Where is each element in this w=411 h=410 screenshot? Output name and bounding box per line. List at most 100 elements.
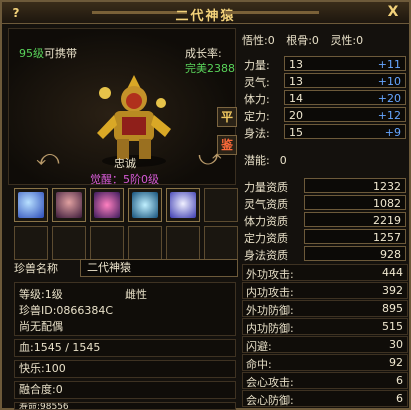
pet-info-window: ? 二代神猿 X 95级可携带 成长率: 完美2388 平 鉴 ⤺ ⤻ 忠诚 觉… — [0, 0, 411, 410]
aptitude-row: 身法资质 928 — [244, 246, 406, 262]
aptitude-name: 灵气资质 — [244, 198, 288, 211]
latent-points: 潜能: 0 — [244, 152, 287, 168]
skill-blue-burst-icon — [18, 192, 44, 218]
attr-box: 14 +20 — [284, 90, 406, 105]
combat-stat-row: 内功攻击: 392 — [242, 282, 408, 299]
skill-slot-empty[interactable] — [128, 226, 162, 260]
growth-rate-value: 完美2388 — [185, 62, 235, 75]
aptitude-box: 928 — [304, 246, 406, 261]
pet-name-row: 珍兽名称 二代神猿 — [14, 259, 238, 278]
combat-stat-row: 外功攻击: 444 — [242, 264, 408, 281]
window-title: 二代神猿 — [175, 9, 236, 24]
attr-value: 20 — [289, 109, 303, 122]
skill-slot-empty[interactable] — [204, 226, 238, 260]
skill-dark-mage-icon — [56, 192, 82, 218]
pet-basic-info: 等级:1级 雌性 珍兽ID:0866384C 尚无配偶 — [14, 282, 236, 336]
pet-lifespan: 寿命:98556 — [14, 402, 236, 410]
attr-spirit: 灵气: 13 +10 — [244, 73, 406, 89]
attr-bonus: +10 — [377, 75, 401, 88]
wuxing-stat: 悟性:0 — [242, 34, 275, 47]
gengu-stat: 根骨:0 — [286, 34, 319, 47]
attr-box: 13 +11 — [284, 56, 406, 71]
attr-name: 灵气: — [244, 76, 270, 89]
pet-hp: 血:1545 / 1545 — [14, 339, 236, 357]
combat-stat-row: 命中: 92 — [242, 354, 408, 371]
attr-bonus: +12 — [377, 109, 401, 122]
attr-value: 13 — [289, 75, 303, 88]
pet-happiness: 快乐:100 — [14, 360, 236, 378]
latent-label: 潜能: — [244, 154, 270, 167]
carry-level: 95级可携带 — [19, 45, 77, 61]
combat-stat-value: 92 — [389, 356, 403, 369]
skill-beast-claw-icon — [94, 192, 120, 218]
aptitude-value: 928 — [380, 248, 401, 261]
combat-stat-row: 内功防御: 515 — [242, 318, 408, 335]
skill-slot-empty[interactable] — [14, 226, 48, 260]
growth-rate-label: 成长率: — [185, 47, 222, 60]
combat-stat-name: 命中: — [246, 358, 272, 371]
attr-stamina: 体力: 14 +20 — [244, 90, 406, 106]
skill-slot[interactable] — [166, 188, 200, 222]
pet-id: 珍兽ID:0866384C — [19, 304, 114, 317]
attr-value: 14 — [289, 92, 303, 105]
combat-stat-value: 444 — [382, 266, 403, 279]
attr-value: 15 — [289, 126, 303, 139]
skill-slot[interactable] — [90, 188, 124, 222]
skill-slot[interactable] — [52, 188, 86, 222]
pet-level: 等级:1级 — [19, 288, 63, 301]
combat-stat-value: 515 — [382, 320, 403, 333]
aptitude-value: 2219 — [373, 214, 401, 227]
combat-stat-value: 6 — [396, 374, 403, 387]
skill-slot-empty[interactable] — [166, 226, 200, 260]
attr-name: 定力: — [244, 110, 270, 123]
combat-stat-value: 30 — [389, 338, 403, 351]
attr-bonus: +11 — [377, 58, 401, 71]
attr-strength: 力量: 13 +11 — [244, 56, 406, 72]
combat-stat-name: 会心攻击: — [246, 376, 294, 389]
attr-focus: 定力: 20 +12 — [244, 107, 406, 123]
combat-stat-name: 内功防御: — [246, 322, 294, 335]
carry-level-label: 可携带 — [44, 47, 77, 60]
close-button[interactable]: X — [385, 4, 401, 20]
combat-stat-row: 闪避: 30 — [242, 336, 408, 353]
combat-stat-value: 6 — [396, 392, 403, 405]
attr-agility: 身法: 15 +9 — [244, 124, 406, 140]
skill-slot[interactable] — [14, 188, 48, 222]
aptitude-name: 身法资质 — [244, 249, 288, 262]
aptitude-box: 1082 — [304, 195, 406, 210]
aptitude-row: 定力资质 1257 — [244, 229, 406, 245]
attr-bonus: +9 — [384, 126, 401, 139]
pet-model-image[interactable] — [89, 69, 179, 169]
aptitude-row: 力量资质 1232 — [244, 178, 406, 194]
skill-cyclone-icon — [132, 192, 158, 218]
title-bar[interactable]: ? 二代神猿 X — [2, 2, 409, 24]
combat-stat-row: 会心攻击: 6 — [242, 372, 408, 389]
skill-slot[interactable] — [128, 188, 162, 222]
skill-slot-empty[interactable] — [204, 188, 238, 222]
skill-slot-empty[interactable] — [52, 226, 86, 260]
combat-stat-name: 内功攻击: — [246, 286, 294, 299]
attr-name: 身法: — [244, 127, 270, 140]
rotate-right-icon[interactable]: ⤻ — [198, 146, 222, 171]
lingxing-stat: 灵性:0 — [330, 34, 364, 47]
skill-skull-icon — [170, 192, 196, 218]
combat-stat-row: 外功防御: 895 — [242, 300, 408, 317]
attr-box: 13 +10 — [284, 73, 406, 88]
awakening-level: 觉醒：5阶0级 — [90, 173, 159, 186]
aptitude-value: 1257 — [373, 231, 401, 244]
attr-box: 20 +12 — [284, 107, 406, 122]
aptitude-name: 力量资质 — [244, 181, 288, 194]
combat-stat-value: 895 — [382, 302, 403, 315]
latent-value: 0 — [279, 154, 287, 167]
aptitude-value: 1082 — [373, 197, 401, 210]
flat-view-button[interactable]: 平 — [217, 107, 237, 127]
combat-stat-name: 闪避: — [246, 340, 272, 353]
combat-stat-row: 会心防御: 6 — [242, 390, 408, 407]
attr-name: 体力: — [244, 93, 270, 106]
skill-slot-empty[interactable] — [90, 226, 124, 260]
pet-gender: 雌性 — [125, 288, 147, 301]
rotate-left-icon[interactable]: ⤺ — [36, 146, 60, 171]
pet-name-field[interactable]: 二代神猿 — [80, 259, 238, 277]
title-ornament-right — [224, 11, 319, 14]
loyalty-label: 忠诚 — [114, 157, 136, 170]
